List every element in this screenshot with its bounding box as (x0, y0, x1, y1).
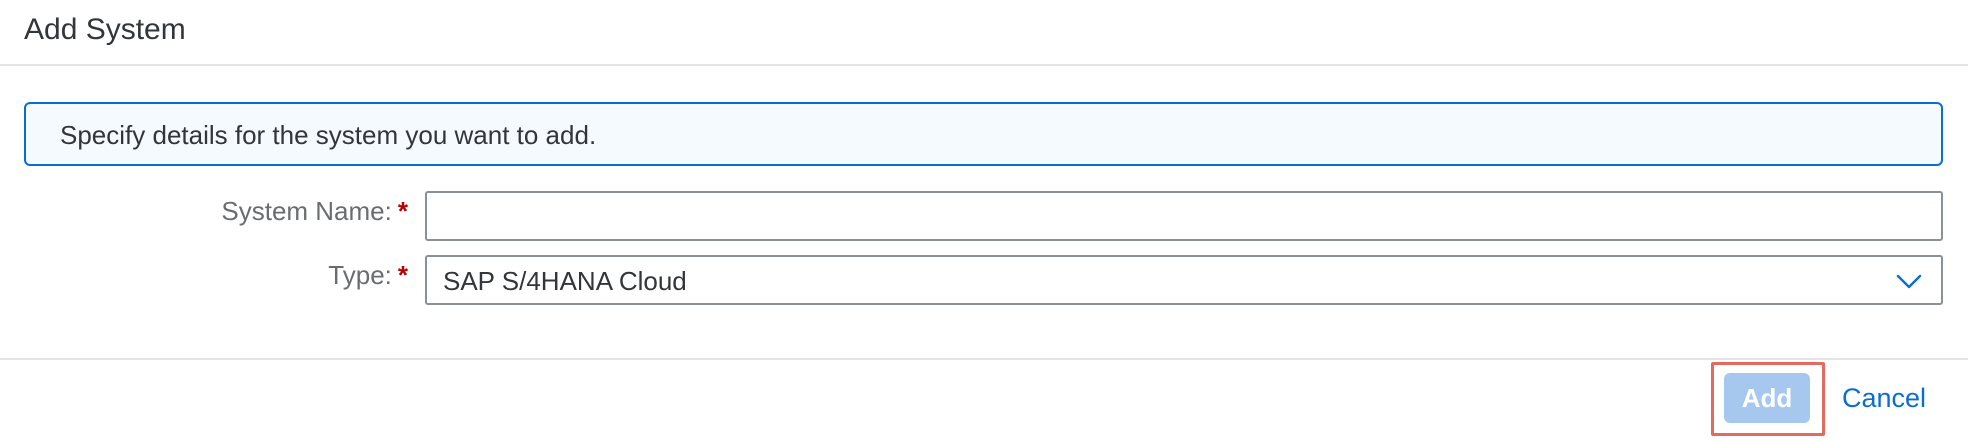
info-message-strip: Specify details for the system you want … (24, 102, 1943, 166)
system-name-label: System Name: * (221, 196, 408, 226)
system-name-input[interactable] (425, 191, 1943, 241)
add-button[interactable]: Add (1724, 373, 1810, 423)
chevron-down-icon[interactable] (1895, 269, 1923, 293)
dialog-title: Add System (24, 13, 186, 46)
type-select-value: SAP S/4HANA Cloud (443, 266, 687, 296)
required-marker: * (397, 260, 408, 290)
type-label: Type: * (328, 260, 408, 290)
dialog-footer (0, 358, 1968, 440)
type-select[interactable]: SAP S/4HANA Cloud (425, 255, 1943, 305)
cancel-button[interactable]: Cancel (1842, 381, 1926, 415)
info-message-text: Specify details for the system you want … (60, 120, 597, 150)
dialog-header: Add System (0, 0, 1968, 66)
required-marker: * (397, 196, 408, 226)
type-label-text: Type: (328, 260, 392, 290)
system-name-label-text: System Name: (221, 196, 392, 226)
add-system-dialog: Add System Specify details for the syste… (0, 0, 1968, 440)
